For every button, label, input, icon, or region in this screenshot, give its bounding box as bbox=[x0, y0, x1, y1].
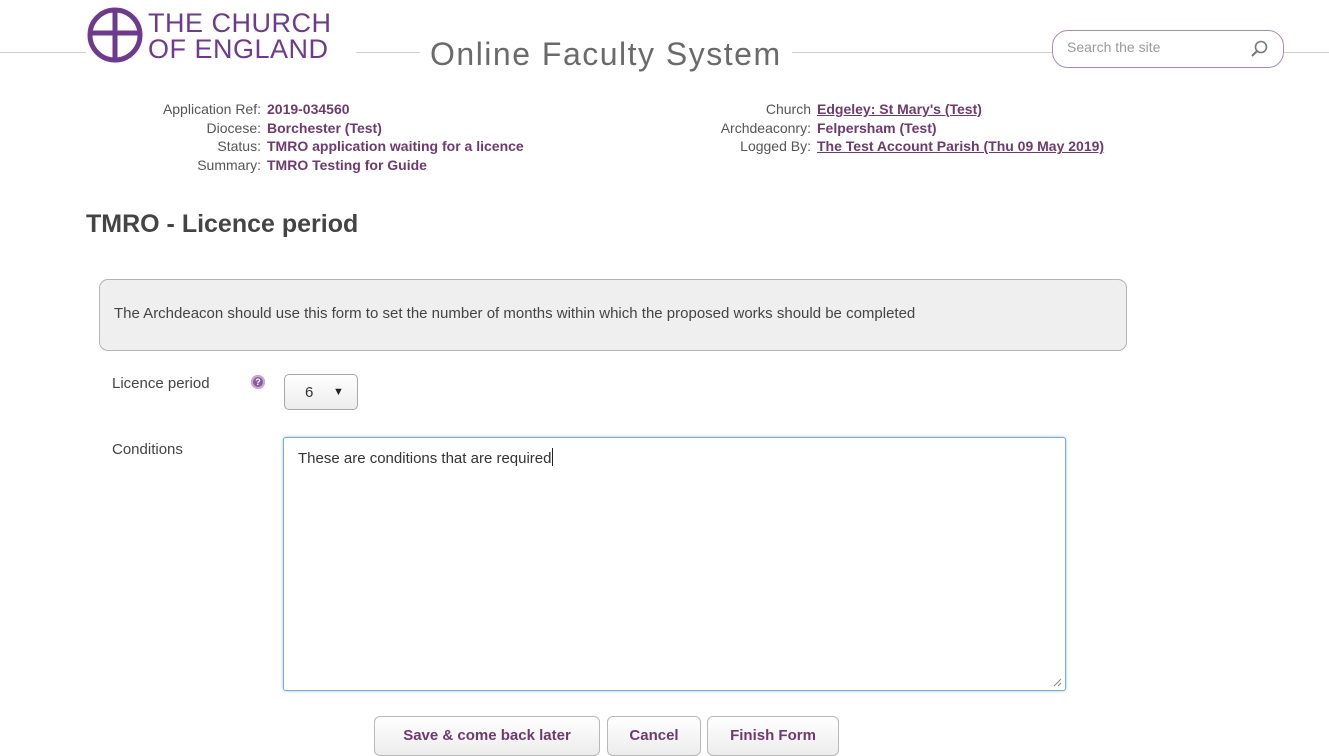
detail-label: Church bbox=[765, 101, 811, 117]
resize-handle-icon[interactable] bbox=[1052, 677, 1062, 687]
detail-label: Status: bbox=[217, 138, 261, 154]
detail-label: Logged By: bbox=[740, 138, 811, 154]
licence-period-value: 6 bbox=[305, 384, 314, 401]
detail-row-logged-by: Logged By: The Test Account Parish (Thu … bbox=[660, 137, 1104, 156]
search-input[interactable] bbox=[1067, 39, 1237, 55]
church-cross-logo-icon bbox=[87, 7, 143, 63]
search-box[interactable] bbox=[1052, 30, 1284, 68]
detail-row-application-ref: Application Ref: 2019-034560 bbox=[86, 100, 524, 119]
detail-row-church: Church Edgeley: St Mary's (Test) bbox=[660, 100, 1104, 119]
dropdown-arrow-icon: ▼ bbox=[333, 386, 344, 398]
cancel-button[interactable]: Cancel bbox=[607, 716, 701, 756]
logo-line-1: THE CHURCH bbox=[148, 8, 332, 38]
detail-label: Diocese: bbox=[206, 119, 261, 136]
text-caret bbox=[552, 448, 554, 466]
conditions-textarea[interactable]: These are conditions that are required bbox=[283, 437, 1066, 691]
detail-row-archdeaconry: Archdeaconry: Felpersham (Test) bbox=[660, 119, 1104, 138]
detail-label: Application Ref: bbox=[162, 101, 261, 117]
detail-label: Archdeaconry: bbox=[720, 119, 811, 136]
save-and-come-back-button[interactable]: Save & come back later bbox=[374, 716, 600, 756]
conditions-label: Conditions bbox=[112, 441, 183, 458]
conditions-text: These are conditions that are required bbox=[298, 450, 552, 467]
help-icon[interactable]: ? bbox=[251, 375, 265, 389]
detail-label: Summary: bbox=[197, 156, 261, 173]
application-details-left: Application Ref: 2019-034560 Diocese: Bo… bbox=[86, 100, 524, 174]
page-title: TMRO - Licence period bbox=[86, 210, 359, 238]
site-title: Online Faculty System bbox=[420, 34, 792, 74]
logo-text: THE CHURCH OF ENGLAND bbox=[148, 8, 332, 64]
church-link[interactable]: Edgeley: St Mary's (Test) bbox=[817, 100, 982, 119]
logged-by-link[interactable]: The Test Account Parish (Thu 09 May 2019… bbox=[817, 137, 1104, 156]
search-icon[interactable] bbox=[1249, 39, 1269, 59]
detail-row-diocese: Diocese: Borchester (Test) bbox=[86, 119, 524, 138]
detail-value: TMRO Testing for Guide bbox=[267, 156, 427, 173]
church-logo[interactable]: THE CHURCH OF ENGLAND bbox=[86, 6, 356, 70]
application-details-right: Church Edgeley: St Mary's (Test) Archdea… bbox=[660, 100, 1104, 156]
licence-period-label: Licence period bbox=[112, 375, 210, 392]
detail-value: Felpersham (Test) bbox=[817, 119, 937, 136]
detail-row-summary: Summary: TMRO Testing for Guide bbox=[86, 156, 524, 175]
detail-row-status: Status: TMRO application waiting for a l… bbox=[86, 137, 524, 156]
finish-form-button[interactable]: Finish Form bbox=[707, 716, 839, 756]
detail-value: TMRO application waiting for a licence bbox=[267, 138, 524, 154]
info-box: The Archdeacon should use this form to s… bbox=[99, 279, 1127, 351]
licence-period-select[interactable]: 6 ▼ bbox=[284, 374, 358, 410]
detail-value: 2019-034560 bbox=[267, 101, 350, 117]
logo-line-2: OF ENGLAND bbox=[148, 34, 329, 64]
detail-value: Borchester (Test) bbox=[267, 119, 382, 136]
